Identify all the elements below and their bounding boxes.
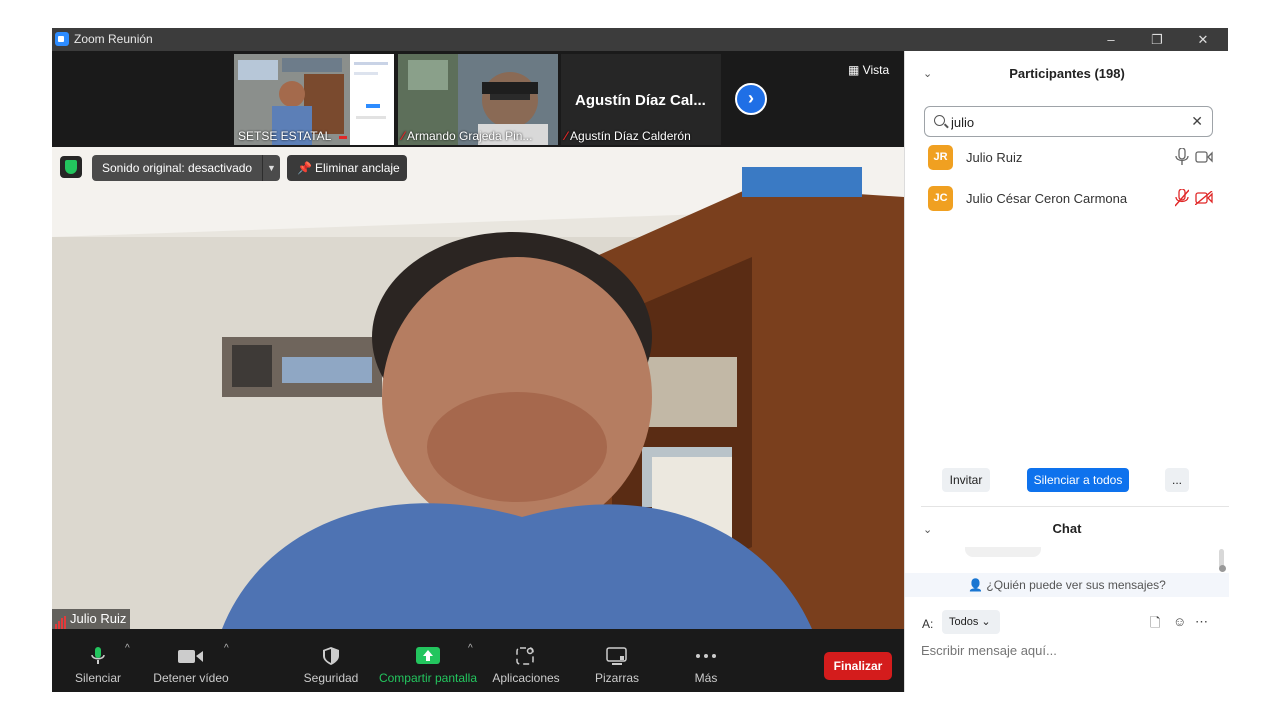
share-options-caret[interactable]: ^ (468, 643, 473, 654)
thumbnail-agustin[interactable]: Agustín Díaz Cal... ⁄ Agustín Díaz Calder… (561, 54, 721, 145)
microphone-icon[interactable] (1175, 148, 1189, 166)
chat-header: ⌄ Chat (905, 507, 1229, 549)
chevron-down-icon[interactable]: ▼ (262, 155, 280, 181)
mic-muted-icon: ⁄ (565, 129, 568, 143)
clear-search-icon[interactable]: ✕ (1191, 113, 1203, 130)
video-options-caret[interactable]: ^ (224, 643, 229, 654)
thumbnail-display-name: Agustín Díaz Cal... (575, 92, 706, 109)
chevron-down-icon: ⌄ (981, 616, 991, 628)
original-sound-toggle[interactable]: Sonido original: desactivado ▼ (92, 155, 280, 181)
mic-muted-icon[interactable] (1175, 189, 1189, 207)
restore-button[interactable]: ❐ (1134, 28, 1180, 51)
recipient-label: A: (922, 617, 934, 631)
chat-more-icon[interactable]: ⋯ (1195, 614, 1208, 630)
minimize-button[interactable]: – (1088, 28, 1134, 51)
participants-more-button[interactable]: ... (1165, 468, 1189, 492)
grid-icon: ▦ (848, 63, 863, 77)
scroll-thumb[interactable] (1219, 565, 1226, 572)
next-page-button[interactable]: › (735, 83, 767, 115)
view-button[interactable]: ▦ Vista (848, 63, 889, 77)
thumbnail-armando[interactable]: ⁄ Armando Grajeda Pin... (398, 54, 558, 145)
thumbnail-setse[interactable]: SETSE ESTATAL (234, 54, 394, 145)
participant-row[interactable]: JR Julio Ruiz (905, 140, 1229, 176)
participants-title: Participantes (198) (1009, 66, 1125, 81)
pin-icon: 📌 (297, 161, 312, 175)
mute-button[interactable]: Silenciar (70, 629, 126, 692)
share-screen-button[interactable]: Compartir pantalla (377, 629, 479, 692)
share-screen-icon (416, 647, 440, 664)
main-video: Sonido original: desactivado ▼ 📌 Elimina… (52, 147, 904, 629)
more-button[interactable]: Más (686, 629, 726, 692)
whiteboard-icon (606, 647, 627, 665)
stop-video-button[interactable]: Detener vídeo (152, 629, 230, 692)
window-title: Zoom Reunión (74, 32, 153, 46)
zoom-window: Zoom Reunión – ❐ ✕ SETSE ESTATAL ⁄ Arman… (52, 28, 1229, 692)
participant-row[interactable]: JC Julio César Ceron Carmona (905, 181, 1229, 217)
recipient-dropdown[interactable]: Todos ⌄ (942, 610, 1000, 634)
zoom-logo-icon (55, 32, 69, 46)
title-bar: Zoom Reunión – ❐ ✕ (52, 28, 1228, 51)
chevron-right-icon: › (748, 88, 754, 108)
invite-button[interactable]: Invitar (942, 468, 990, 492)
meeting-toolbar: Silenciar ^ Detener vídeo ^ Seguridad Co… (52, 629, 904, 692)
thumbnail-strip: SETSE ESTATAL ⁄ Armando Grajeda Pin... Ag… (52, 51, 904, 147)
close-button[interactable]: ✕ (1180, 28, 1226, 51)
mute-all-button[interactable]: Silenciar a todos (1027, 468, 1129, 492)
shield-icon (323, 647, 339, 665)
apps-icon (516, 647, 534, 665)
participant-name: Julio Ruiz (966, 150, 1023, 165)
thumbnail-name: ⁄ Agustín Díaz Calderón (565, 129, 691, 143)
video-camera-icon[interactable] (1195, 150, 1213, 164)
participant-name: Julio César Ceron Carmona (966, 191, 1128, 206)
side-panel: ⌄ Participantes (198) ✕ JR Julio Ruiz JC… (904, 51, 1229, 692)
microphone-icon (91, 647, 105, 664)
search-icon (934, 115, 945, 126)
chat-message-input[interactable] (921, 639, 1211, 661)
thumbnail-name: ⁄ Armando Grajeda Pin... (402, 129, 533, 143)
avatar: JC (928, 186, 953, 211)
chat-message-bubble (965, 547, 1041, 557)
security-button[interactable]: Seguridad (302, 629, 360, 692)
avatar: JR (928, 145, 953, 170)
meeting-area: SETSE ESTATAL ⁄ Armando Grajeda Pin... Ag… (52, 51, 904, 692)
chat-title: Chat (1052, 521, 1082, 536)
video-off-icon[interactable] (1195, 191, 1213, 205)
file-icon[interactable]: 🗋 (1150, 614, 1160, 636)
participant-search-input[interactable] (951, 112, 1181, 132)
participants-header: ⌄ Participantes (198) (905, 51, 1229, 97)
encryption-shield-icon[interactable] (60, 156, 82, 178)
more-dots-icon (696, 654, 716, 658)
audio-options-caret[interactable]: ^ (125, 643, 130, 654)
person-icon: 👤 (968, 578, 987, 592)
whiteboards-button[interactable]: Pizarras (592, 629, 642, 692)
thumbnail-name: SETSE ESTATAL (238, 129, 332, 143)
video-camera-icon (178, 650, 203, 663)
end-meeting-button[interactable]: Finalizar (824, 652, 892, 680)
video-feed-speaker (52, 147, 904, 629)
emoji-icon[interactable]: ☺ (1173, 614, 1186, 629)
who-can-see-link[interactable]: 👤 ¿Quién puede ver sus mensajes? (905, 573, 1229, 597)
unpin-button[interactable]: 📌 Eliminar anclaje (287, 155, 407, 181)
speaker-name-badge: Julio Ruiz (52, 609, 131, 629)
signal-strength-icon (55, 609, 67, 629)
mic-muted-icon: ⁄ (402, 129, 405, 143)
participant-search[interactable]: ✕ (924, 106, 1213, 137)
apps-button[interactable]: Aplicaciones (492, 629, 560, 692)
